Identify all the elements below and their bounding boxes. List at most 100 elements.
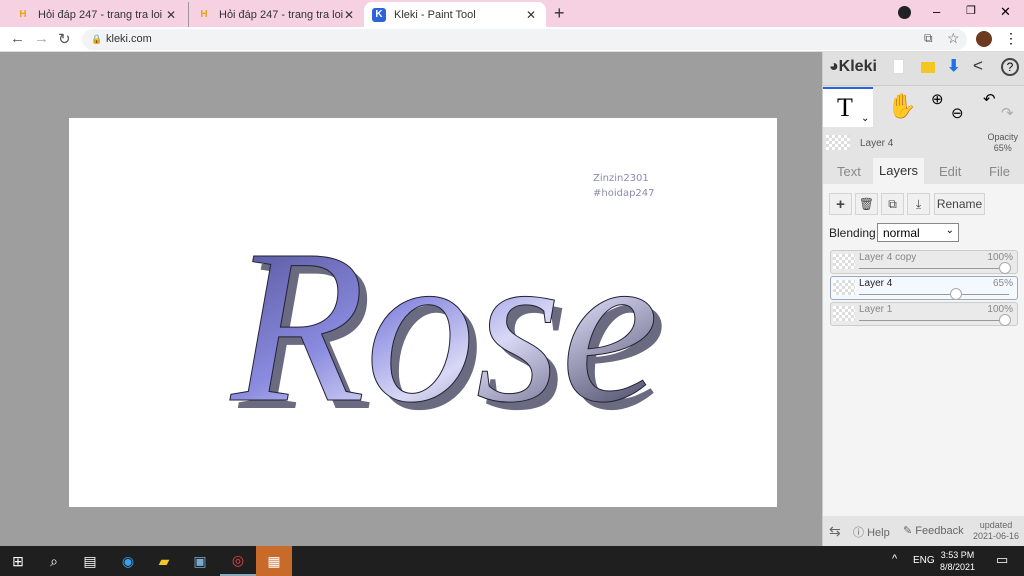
profile-menu-icon[interactable] [898, 6, 911, 19]
kleki-favicon-icon: K [372, 7, 386, 22]
opacity-slider-handle[interactable] [999, 262, 1011, 274]
clock-time[interactable]: 3:53 PM [940, 549, 975, 561]
opacity-slider-handle[interactable] [999, 314, 1011, 326]
updated-date: 2021-06-16 [973, 531, 1020, 541]
more-menu-icon[interactable]: ⋮ [1004, 30, 1018, 47]
restore-button[interactable]: ❐ [966, 4, 976, 17]
add-layer-button[interactable]: + [829, 193, 852, 215]
blending-label: Blending [829, 226, 876, 240]
clock-date[interactable]: 8/8/2021 [940, 561, 975, 573]
help-button[interactable]: ⓘ Help [853, 524, 890, 540]
layer-item[interactable]: Layer 4 65% [830, 276, 1018, 300]
opacity-slider-track[interactable] [859, 294, 1009, 295]
artwork-text: Rose [229, 204, 659, 448]
hand-tool-icon[interactable]: ✋ [887, 92, 917, 121]
trash-icon: 🗑 [858, 197, 875, 211]
layer-name: Layer 4 copy [859, 252, 917, 263]
merge-layer-button[interactable]: ⤓ [907, 193, 930, 215]
undo-icon[interactable]: ↶ [983, 90, 996, 108]
forward-icon[interactable]: → [34, 30, 49, 47]
panel-tabs: Text Layers Edit File [823, 158, 1024, 184]
opacity-slider-track[interactable] [859, 268, 1009, 269]
new-tab-button[interactable]: + [554, 3, 565, 24]
tab-hoidap-1[interactable]: H Hỏi đáp 247 - trang tra loi ✕ [8, 2, 186, 27]
file-explorer-icon[interactable]: ▰ [146, 546, 182, 576]
address-bar-row: ← → ↻ 🔒 kleki.com ⧉ ☆ ⋮ [0, 27, 1024, 52]
updated-label: updated [979, 520, 1013, 530]
delete-layer-button[interactable]: 🗑 [855, 193, 878, 215]
chevron-up-icon[interactable]: ^ [892, 553, 897, 565]
close-tab-icon[interactable]: ✕ [526, 8, 536, 22]
kleki-logo[interactable]: ◕Kleki [829, 58, 877, 76]
redo-icon[interactable]: ↷ [1001, 104, 1014, 122]
windows-taskbar: ⊞ ⌕ ▤ ◉ ▰ ▣ ◎ ▦ ^ ENG 3:53 PM 8/8/2021 ▭ [0, 546, 1024, 576]
zoom-in-icon[interactable]: ⊕ [931, 90, 944, 108]
tab-file[interactable]: File [989, 164, 1010, 179]
blending-select[interactable]: normal ⌄ [877, 223, 959, 242]
opacity-slider-handle[interactable] [950, 288, 962, 300]
search-icon[interactable]: ⌕ [36, 546, 72, 576]
feedback-button[interactable]: ✎ Feedback [903, 524, 964, 537]
text-tool-icon: T [837, 93, 853, 122]
layer-name: Layer 4 [859, 278, 893, 289]
layers-panel: + 🗑 ⧉ ⤓ Rename Blending normal ⌄ Layer 4 … [823, 184, 1024, 546]
help-icon[interactable]: ? [1001, 58, 1019, 76]
top-toolbar: ◕Kleki ⬇ < ? [823, 52, 1024, 86]
chrome-icon[interactable]: ◎ [220, 546, 256, 576]
task-view-icon[interactable]: ▤ [72, 546, 108, 576]
layer-thumbnail [833, 306, 855, 321]
edge-icon[interactable]: ◉ [110, 546, 146, 576]
rename-button[interactable]: Rename [934, 193, 985, 215]
open-folder-icon[interactable] [921, 62, 935, 73]
layer-item[interactable]: Layer 4 copy 100% [830, 250, 1018, 274]
artwork: Rose Rose [229, 204, 667, 457]
opacity-value: 65% [993, 143, 1012, 153]
logo-text: Kleki [838, 58, 877, 75]
notifications-icon[interactable]: ▭ [996, 552, 1008, 568]
layer-item[interactable]: Layer 1 100% [830, 302, 1018, 326]
tab-title: Kleki - Paint Tool [394, 8, 476, 21]
layer-name: Layer 1 [859, 304, 893, 315]
translate-icon[interactable]: ⧉ [924, 31, 933, 46]
app-icon[interactable]: ▦ [256, 546, 292, 576]
url-field[interactable]: 🔒 kleki.com [82, 29, 967, 50]
tab-hoidap-2[interactable]: H Hỏi đáp 247 - trang tra loi ✕ [188, 2, 364, 27]
chevron-down-icon: ⌄ [945, 225, 954, 236]
layer-thumbnail [833, 254, 855, 269]
new-image-icon[interactable] [893, 59, 904, 74]
back-icon[interactable]: ← [10, 30, 25, 47]
avatar[interactable] [976, 31, 992, 47]
drawing-canvas[interactable]: Rose Rose Zinzin2301 #hoidap247 [69, 118, 777, 507]
store-icon[interactable]: ▣ [182, 546, 218, 576]
minimize-button[interactable]: – [933, 4, 940, 19]
share-icon[interactable]: < [973, 56, 983, 76]
hoidap-favicon-icon: H [200, 9, 208, 20]
hoidap-favicon-icon: H [19, 9, 27, 20]
chevron-down-icon[interactable]: ⌄ [861, 113, 869, 124]
opacity-slider-track[interactable] [859, 320, 1009, 321]
duplicate-layer-button[interactable]: ⧉ [881, 193, 904, 215]
url-text: kleki.com [106, 33, 152, 45]
bottom-bar: ⇆ ⓘ Help ✎ Feedback updated 2021-06-16 [823, 516, 1024, 546]
reload-icon[interactable]: ↻ [58, 30, 71, 48]
blending-value: normal [883, 226, 920, 240]
swap-side-icon[interactable]: ⇆ [829, 523, 841, 540]
language-indicator[interactable]: ENG [913, 555, 935, 566]
download-icon[interactable]: ⬇ [947, 56, 960, 76]
zoom-out-icon[interactable]: ⊖ [951, 104, 964, 122]
tab-title: Hỏi đáp 247 - trang tra loi [219, 8, 344, 21]
tab-layers[interactable]: Layers [873, 158, 924, 184]
text-tool-button[interactable]: T ⌄ [823, 87, 873, 127]
close-tab-icon[interactable]: ✕ [344, 8, 354, 22]
layer-opacity: 65% [992, 278, 1013, 289]
tab-text[interactable]: Text [837, 164, 861, 179]
layer-opacity: 100% [987, 304, 1013, 315]
bookmark-star-icon[interactable]: ☆ [947, 30, 960, 47]
tab-kleki[interactable]: K Kleki - Paint Tool ✕ [364, 2, 546, 27]
tab-edit[interactable]: Edit [939, 164, 961, 179]
kleki-sidebar: ◕Kleki ⬇ < ? T ⌄ ✋ ⊕ ⊖ ↶ ↷ Layer 4 Opacit… [822, 52, 1024, 546]
close-tab-icon[interactable]: ✕ [166, 8, 176, 22]
start-button[interactable]: ⊞ [0, 546, 36, 576]
tab-bar: H Hỏi đáp 247 - trang tra loi ✕ H Hỏi đáp 2… [0, 0, 1024, 27]
close-window-button[interactable]: ✕ [1000, 4, 1011, 20]
